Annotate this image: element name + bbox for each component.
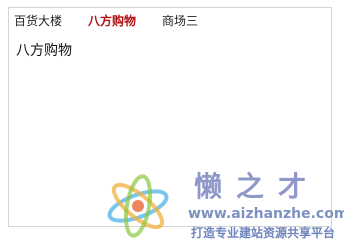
watermark-brand: 懒之才	[194, 170, 321, 203]
page: 百货大楼 八方购物 商场三 八方购物 懒之才 www.aizhanzhe.com…	[0, 0, 344, 245]
watermark-logo-icon	[107, 174, 169, 238]
tab-bar: 百货大楼 八方购物 商场三	[14, 12, 224, 30]
watermark: 懒之才 www.aizhanzhe.com 打造专业建站资源共享平台	[96, 170, 344, 245]
watermark-slogan: 打造专业建站资源共享平台	[191, 226, 336, 240]
tab-mall-three[interactable]: 商场三	[162, 13, 198, 29]
watermark-url: www.aizhanzhe.com	[188, 206, 344, 222]
tab-content-text: 八方购物	[16, 43, 72, 59]
tab-department-store[interactable]: 百货大楼	[14, 13, 62, 29]
tab-bafang-shopping[interactable]: 八方购物	[88, 13, 136, 29]
